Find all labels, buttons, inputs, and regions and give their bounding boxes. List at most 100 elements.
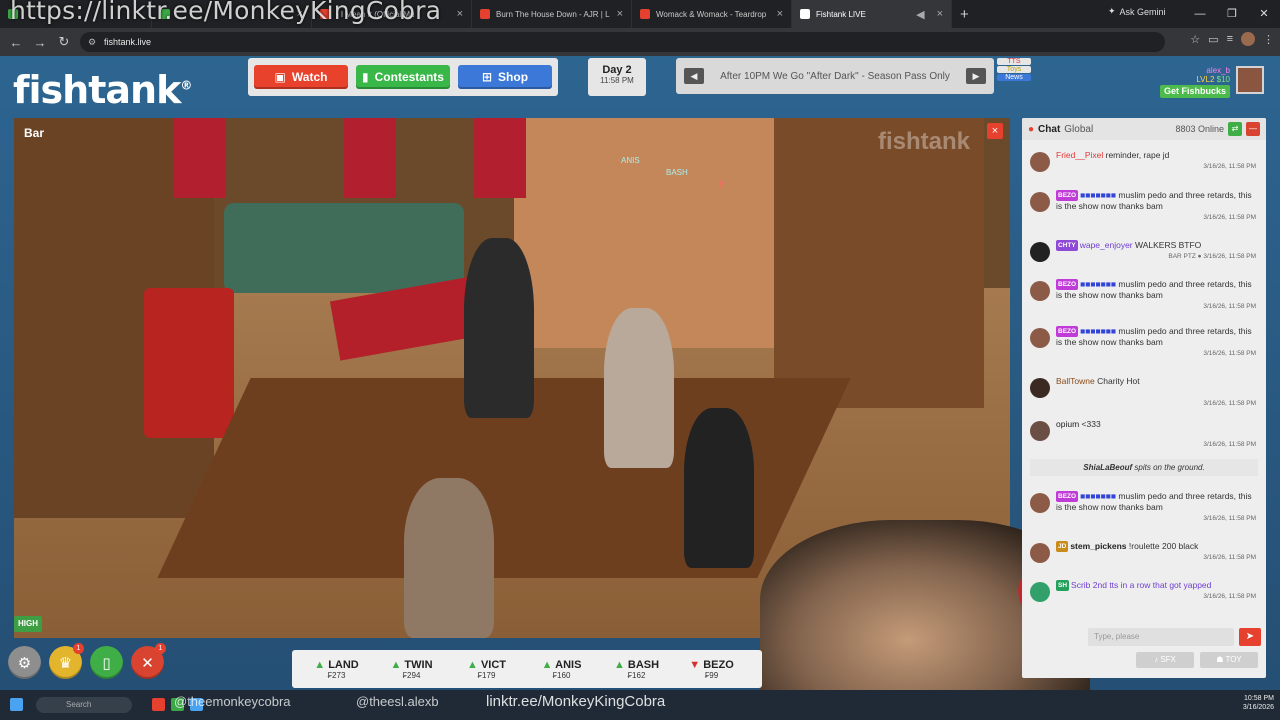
message-user[interactable]: Scrib xyxy=(1071,580,1090,590)
message-time: 3/16/26, 11:58 PM xyxy=(1203,554,1256,561)
contestant-stocks: ▲ LAND ₣273 ▲ TWIN ₣294 ▲ VICT ₣179 ▲ AN… xyxy=(292,650,762,688)
shop-button[interactable]: ⊞ Shop xyxy=(458,65,552,89)
chat-message[interactable]: BEZO ■■■■■■■ muslim pedo and three retard… xyxy=(1030,326,1260,357)
quality-badge[interactable]: HIGH xyxy=(14,616,42,632)
taskbar-search[interactable]: Search xyxy=(36,697,132,713)
stock-item[interactable]: ▲ VICT ₣179 xyxy=(456,659,517,680)
contestants-button[interactable]: ▮ Contestants xyxy=(356,65,450,89)
avatar xyxy=(1030,281,1050,301)
message-text: <333 xyxy=(1081,419,1101,429)
message-user[interactable]: opium xyxy=(1056,419,1079,429)
toy-button[interactable]: ☗ TOY xyxy=(1200,652,1258,668)
close-icon[interactable]: × xyxy=(777,8,783,20)
get-fishbucks-button[interactable]: Get Fishbucks xyxy=(1159,85,1230,98)
ask-gemini-button[interactable]: ✦ Ask Gemini xyxy=(1108,6,1166,17)
cart-icon: ⊞ xyxy=(481,70,493,84)
user-badge: SH xyxy=(1056,580,1070,591)
ticker-next-button[interactable]: ▶ xyxy=(966,68,986,84)
watch-button[interactable]: ▣ Watch xyxy=(254,65,348,89)
message-user[interactable]: ■■■■■■■ xyxy=(1080,279,1116,289)
message-user[interactable]: ■■■■■■■ xyxy=(1080,190,1116,200)
chat-message[interactable]: opium <333 3/16/26, 11:58 PM xyxy=(1030,419,1260,448)
close-icon[interactable]: × xyxy=(937,8,943,20)
window-controls: — ❐ ✕ xyxy=(1184,0,1280,28)
forward-icon[interactable]: → xyxy=(28,35,52,50)
profile-avatar[interactable] xyxy=(1241,32,1255,46)
mute-icon[interactable]: ◀ xyxy=(916,8,924,21)
chat-message[interactable]: BEZO ■■■■■■■ muslim pedo and three retard… xyxy=(1030,279,1260,310)
chat-message[interactable]: Fried__Pixel reminder, rape jd 3/16/26, … xyxy=(1030,150,1260,172)
message-user[interactable]: BallTowne xyxy=(1056,376,1095,386)
browser-tab-5[interactable]: Womack & Womack - Teardrop × xyxy=(632,0,792,28)
sfx-button[interactable]: ♪ SFX xyxy=(1136,652,1194,668)
message-user[interactable]: ■■■■■■■ xyxy=(1080,326,1116,336)
avatar xyxy=(1030,493,1050,513)
close-video-button[interactable]: × xyxy=(987,123,1003,139)
user-avatar[interactable] xyxy=(1236,66,1264,94)
chat-expand-button[interactable]: ⇄ xyxy=(1228,122,1242,136)
star-icon[interactable]: ☆ xyxy=(1190,33,1200,46)
chat-message[interactable]: CHTY wape_enjoyer WALKERS BTFO BAR PTZ ● … xyxy=(1030,240,1260,262)
close-icon[interactable]: × xyxy=(617,8,623,20)
new-tab-button[interactable]: + xyxy=(952,6,977,23)
overlay-text: B xyxy=(719,180,725,189)
crown-button[interactable]: ♛ 1 xyxy=(49,643,84,679)
sfx-label: SFX xyxy=(1160,655,1176,664)
stock-name: ANIS xyxy=(555,658,582,671)
avatar xyxy=(1030,421,1050,441)
stock-name: TWIN xyxy=(404,658,433,671)
browser-tab-4[interactable]: Burn The House Down - AJR | L × xyxy=(472,0,632,28)
avatar xyxy=(1030,378,1050,398)
cast-icon[interactable]: ▭ xyxy=(1208,33,1218,46)
browser-tab-active[interactable]: Fishtank LIVE ◀ × xyxy=(792,0,952,28)
stock-price: ₣160 xyxy=(552,670,571,680)
start-icon[interactable] xyxy=(10,698,23,711)
news-tag[interactable]: News xyxy=(997,74,1031,81)
message-user[interactable]: wape_enjoyer xyxy=(1080,240,1133,250)
stock-item[interactable]: ▲ LAND ₣273 xyxy=(306,659,367,680)
chat-message[interactable]: SH Scrib 2nd tts in a row that got yapped… xyxy=(1030,580,1260,602)
chat-message[interactable]: BEZO ■■■■■■■ muslim pedo and three retard… xyxy=(1030,190,1260,221)
chat-minimize-button[interactable]: — xyxy=(1246,122,1260,136)
chat-message[interactable]: BallTowne Charity Hot 3/16/26, 11:58 PM xyxy=(1030,376,1260,407)
reload-icon[interactable]: ↻ xyxy=(52,34,76,50)
system-actor[interactable]: ShiaLaBeouf xyxy=(1083,463,1132,472)
up-arrow-icon: ▲ xyxy=(541,658,553,671)
taskbar-clock[interactable]: 10:58 PM 3/16/2026 xyxy=(1243,694,1274,712)
message-text: !roulette 200 black xyxy=(1128,541,1199,551)
stock-item[interactable]: ▲ TWIN ₣294 xyxy=(381,659,442,680)
user-name[interactable]: alex_b xyxy=(1160,66,1230,75)
cup-button[interactable]: ▯ xyxy=(90,646,123,679)
fishtank-logo[interactable]: fishtank® xyxy=(13,68,192,112)
back-icon[interactable]: ← xyxy=(4,35,28,50)
maximize-icon[interactable]: ❐ xyxy=(1216,0,1248,28)
message-user[interactable]: ■■■■■■■ xyxy=(1080,491,1116,501)
watch-label: Watch xyxy=(291,70,328,84)
minimize-icon[interactable]: — xyxy=(1184,0,1216,28)
chat-input[interactable]: Type, please xyxy=(1088,628,1234,646)
user-badge: BEZO xyxy=(1056,279,1079,290)
chat-footer: ♪ SFX ☗ TOY xyxy=(1136,652,1258,668)
site-info-icon[interactable]: ⚙ xyxy=(88,32,96,52)
stock-item[interactable]: ▲ ANIS ₣160 xyxy=(531,659,592,680)
chat-scope[interactable]: Global xyxy=(1064,124,1093,135)
close-window-icon[interactable]: ✕ xyxy=(1248,0,1280,28)
app-icon[interactable] xyxy=(152,698,165,711)
send-button[interactable]: ➤ xyxy=(1239,628,1261,646)
stock-item[interactable]: ▲ BASH ₣162 xyxy=(606,659,667,680)
message-user[interactable]: stem_pickens xyxy=(1070,541,1126,551)
url-field[interactable]: ⚙ fishtank.live xyxy=(80,32,1165,52)
chat-message[interactable]: JD stem_pickens !roulette 200 black 3/16/… xyxy=(1030,541,1260,563)
avatar xyxy=(1030,582,1050,602)
message-user[interactable]: Fried__Pixel xyxy=(1056,150,1103,160)
tools-button[interactable]: ✕ 1 xyxy=(131,643,166,679)
menu-icon[interactable]: ⋮ xyxy=(1263,33,1274,46)
close-icon[interactable]: × xyxy=(457,8,463,20)
stock-item[interactable]: ▼ BEZO ₣99 xyxy=(681,659,742,680)
settings-button[interactable]: ⚙ xyxy=(8,646,41,679)
tab-search-icon[interactable]: ≡ xyxy=(1227,33,1233,45)
chat-message[interactable]: BEZO ■■■■■■■ muslim pedo and three retard… xyxy=(1030,491,1260,522)
toys-tag[interactable]: Toys xyxy=(997,66,1031,73)
ticker-prev-button[interactable]: ◀ xyxy=(684,68,704,84)
tts-tag[interactable]: TTS xyxy=(997,58,1031,65)
